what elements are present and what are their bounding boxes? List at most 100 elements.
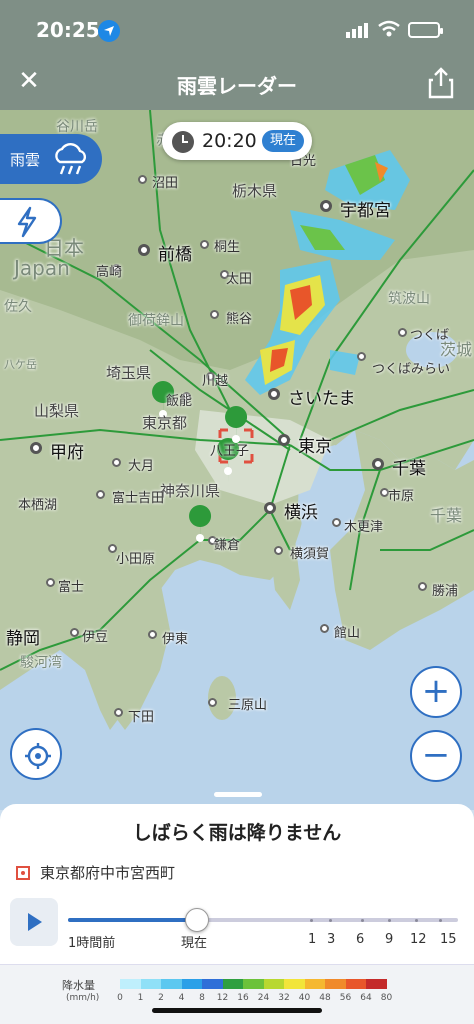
play-button[interactable] [10,898,58,946]
map-label: 富士吉田 [112,491,165,506]
map-label: 栃木県 [232,182,278,200]
legend-swatch [181,979,202,989]
map-label: 八王子 [210,444,250,459]
thunder-layer-button[interactable] [0,198,62,244]
time-slider-thumb[interactable] [184,908,209,932]
signal-icon [346,23,368,38]
time-slider-fill [68,918,197,922]
map-label: 大月 [128,459,155,474]
slider-label: 6 [356,932,365,947]
slider-tick [415,919,419,922]
map-label: さいたま [288,389,356,409]
slider-label: 1 [308,932,317,947]
slider-label: 1時間前 [68,936,116,951]
legend-value: 4 [178,993,185,1003]
legend-swatch [263,979,284,989]
map-label: 佐久 [4,299,32,315]
zoom-out-button[interactable]: − [410,730,462,782]
rain-layer-button[interactable]: 雨雲 [0,134,102,184]
legend-values: 0 1 2 4 8 12 16 24 32 40 48 56 64 80 [112,993,422,1005]
clock-icon [172,131,194,153]
map-label: 桐生 [214,240,241,255]
map-label: 市原 [388,489,415,504]
legend-value: 40 [298,993,311,1003]
city-dot [112,458,121,467]
city-dot [46,578,55,587]
wifi-icon [378,20,400,37]
legend-value: 1 [137,993,144,1003]
share-button[interactable] [426,66,456,100]
city-dot [274,546,283,555]
map-label: 太田 [226,272,253,287]
legend-swatch [243,979,264,989]
map-label: 飯能 [166,394,193,409]
time-slider[interactable] [68,918,458,922]
legend-swatch [366,979,387,989]
current-location-button[interactable] [10,728,62,780]
radar-time-pill[interactable]: 20:20 現在 [162,122,312,160]
slider-tick [438,919,442,922]
slider-label: 3 [327,932,336,947]
map-label: 神奈川県 [160,482,221,500]
location-arrow-icon [98,20,120,42]
map-label: 谷川岳 [56,119,98,135]
map-label: 御荷鉾山 [128,313,184,329]
legend-value: 16 [237,993,249,1003]
legend-color-bar [120,979,387,989]
map-label: 前橋 [158,245,192,265]
city-dot [210,310,219,319]
legend-value: 0 [117,993,123,1003]
city-dot [332,518,341,527]
home-indicator [152,1008,322,1013]
precipitation-legend: 降水量 (mm/h) 0 1 2 4 8 12 16 24 32 40 48 56 64 80 [0,964,474,1024]
map-label: 鎌倉 [214,538,241,553]
slider-tick [360,919,364,922]
radar-map[interactable]: 日光 宇都宮 栃木県 沼田 前橋 桐生 高崎 太田 熊谷 筑波山 つくば つくば… [0,110,474,810]
legend-value: 80 [380,993,393,1003]
legend-value: 56 [339,993,352,1003]
map-label: 伊東 [162,632,189,647]
map-label: 八ケ岳 [4,358,37,371]
map-label: 筑波山 [388,291,430,307]
city-dot [96,490,105,499]
city-dot [357,352,366,361]
city-dot [398,328,407,337]
city-dot [70,628,79,637]
map-label: 小田原 [116,552,156,567]
city-dot [268,388,280,400]
map-label: 川越 [202,374,229,389]
legend-swatch [325,979,346,989]
crosshair-icon [25,743,51,769]
city-dot [264,502,276,514]
city-dot [278,434,290,446]
map-label: 沼田 [152,176,179,191]
map-label: 本栖湖 [18,498,58,513]
map-label: 駿河湾 [20,655,62,671]
city-dot [418,582,427,591]
map-label: 伊豆 [82,630,109,645]
map-label: 館山 [334,626,361,641]
now-badge: 現在 [262,130,304,152]
slider-label: 15 [440,932,457,947]
map-label: 富士 [58,580,85,595]
city-dot [372,458,384,470]
map-label: 茨城 [440,340,473,359]
page-title: 雨雲レーダー [177,74,297,98]
legend-swatch [304,979,325,989]
slider-tick [387,919,391,922]
legend-value: 24 [257,993,270,1003]
legend-swatch [120,979,141,989]
map-label: 勝浦 [432,584,459,599]
map-label: 甲府 [50,443,84,463]
map-label: 熊谷 [226,312,253,327]
radar-time: 20:20 [202,130,257,152]
location-marker-icon [16,866,30,880]
city-dot [138,175,147,184]
legend-swatch [345,979,366,989]
legend-swatch [202,979,223,989]
rain-cloud-icon [55,143,87,175]
legend-title: 降水量 [62,979,95,992]
zoom-in-button[interactable]: + [410,666,462,718]
map-label: 宇都宮 [340,201,391,221]
sheet-handle[interactable] [214,792,262,797]
